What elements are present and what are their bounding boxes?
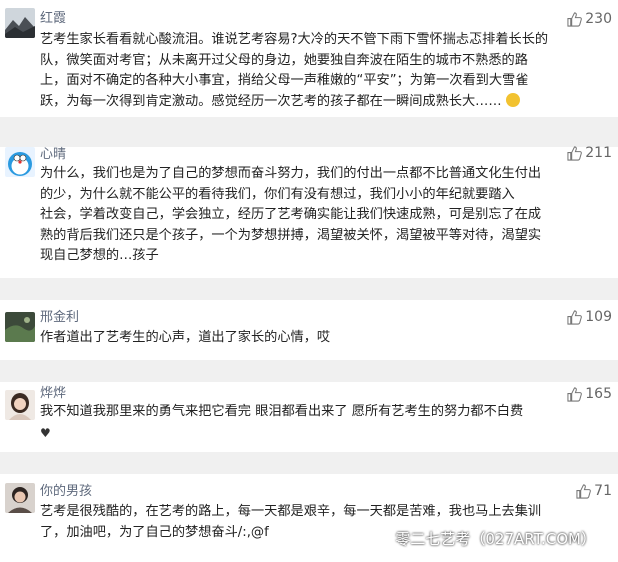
thumbs-up-icon bbox=[567, 11, 583, 27]
like-count: 109 bbox=[585, 309, 612, 325]
separator bbox=[0, 278, 618, 300]
comment-body: 我不知道我那里来的勇气来把它看完 眼泪都看出来了 愿所有艺考生的努力都不白费 bbox=[40, 404, 524, 419]
thumbs-up-icon bbox=[567, 386, 583, 402]
like-button[interactable]: 71 bbox=[576, 483, 612, 499]
watermark: 零二七艺考（027ART.COM） bbox=[395, 530, 596, 548]
comment-item: 红霞 230 艺考生家长看看就心酸流泪。谁说艺考容易?大冷的天不管下雨下雪怀揣忐… bbox=[0, 0, 618, 117]
like-count: 230 bbox=[585, 11, 612, 27]
username[interactable]: 邢金利 bbox=[40, 310, 79, 326]
avatar[interactable] bbox=[5, 390, 35, 420]
username[interactable]: 烨烨 bbox=[40, 386, 66, 402]
avatar[interactable] bbox=[5, 312, 35, 342]
separator bbox=[0, 117, 618, 147]
separator bbox=[0, 452, 618, 474]
username[interactable]: 你的男孩 bbox=[40, 484, 92, 500]
like-count: 165 bbox=[585, 386, 612, 402]
like-button[interactable]: 211 bbox=[567, 145, 612, 161]
comment-item: 心晴 211 为什么，我们也是为了自己的梦想而奋斗努力，我们的付出一点都不比普通… bbox=[0, 145, 618, 278]
separator bbox=[0, 360, 618, 382]
like-count: 211 bbox=[585, 145, 612, 161]
comment-text: 艺考生家长看看就心酸流泪。谁说艺考容易?大冷的天不管下雨下雪怀揣忐忑排着长长的 … bbox=[40, 30, 606, 112]
portrait-photo-icon bbox=[5, 390, 35, 420]
landscape-photo-icon bbox=[5, 312, 35, 342]
avatar[interactable] bbox=[5, 8, 35, 38]
comment-item: 烨烨 165 我不知道我那里来的勇气来把它看完 眼泪都看出来了 愿所有艺考生的努… bbox=[0, 382, 618, 452]
like-count: 71 bbox=[594, 483, 612, 499]
comment-item: 邢金利 109 作者道出了艺考生的心声，道出了家长的心情，哎 bbox=[0, 300, 618, 360]
emoji-icon bbox=[505, 92, 520, 107]
comment-body: 作者道出了艺考生的心声，道出了家长的心情，哎 bbox=[40, 330, 331, 345]
like-button[interactable]: 109 bbox=[567, 309, 612, 325]
like-button[interactable]: 165 bbox=[567, 386, 612, 402]
username[interactable]: 心晴 bbox=[40, 147, 66, 163]
like-button[interactable]: 230 bbox=[567, 11, 612, 27]
portrait-photo-icon bbox=[5, 483, 35, 513]
thumbs-up-icon bbox=[576, 483, 592, 499]
doraemon-avatar-icon bbox=[5, 147, 35, 177]
avatar[interactable] bbox=[5, 483, 35, 513]
comment-body: 艺考生家长看看就心酸流泪。谁说艺考容易?大冷的天不管下雨下雪怀揣忐忑排着长长的 … bbox=[40, 32, 549, 109]
avatar[interactable] bbox=[5, 147, 35, 177]
thumbs-up-icon bbox=[567, 309, 583, 325]
landscape-photo-icon bbox=[5, 8, 35, 38]
comment-text: 我不知道我那里来的勇气来把它看完 眼泪都看出来了 愿所有艺考生的努力都不白费 ♥ bbox=[40, 402, 606, 444]
heart-icon: ♥ bbox=[40, 425, 51, 440]
comment-body: 为什么，我们也是为了自己的梦想而奋斗努力，我们的付出一点都不比普通文化生付出 的… bbox=[40, 166, 542, 263]
thumbs-up-icon bbox=[567, 145, 583, 161]
username[interactable]: 红霞 bbox=[40, 11, 66, 27]
